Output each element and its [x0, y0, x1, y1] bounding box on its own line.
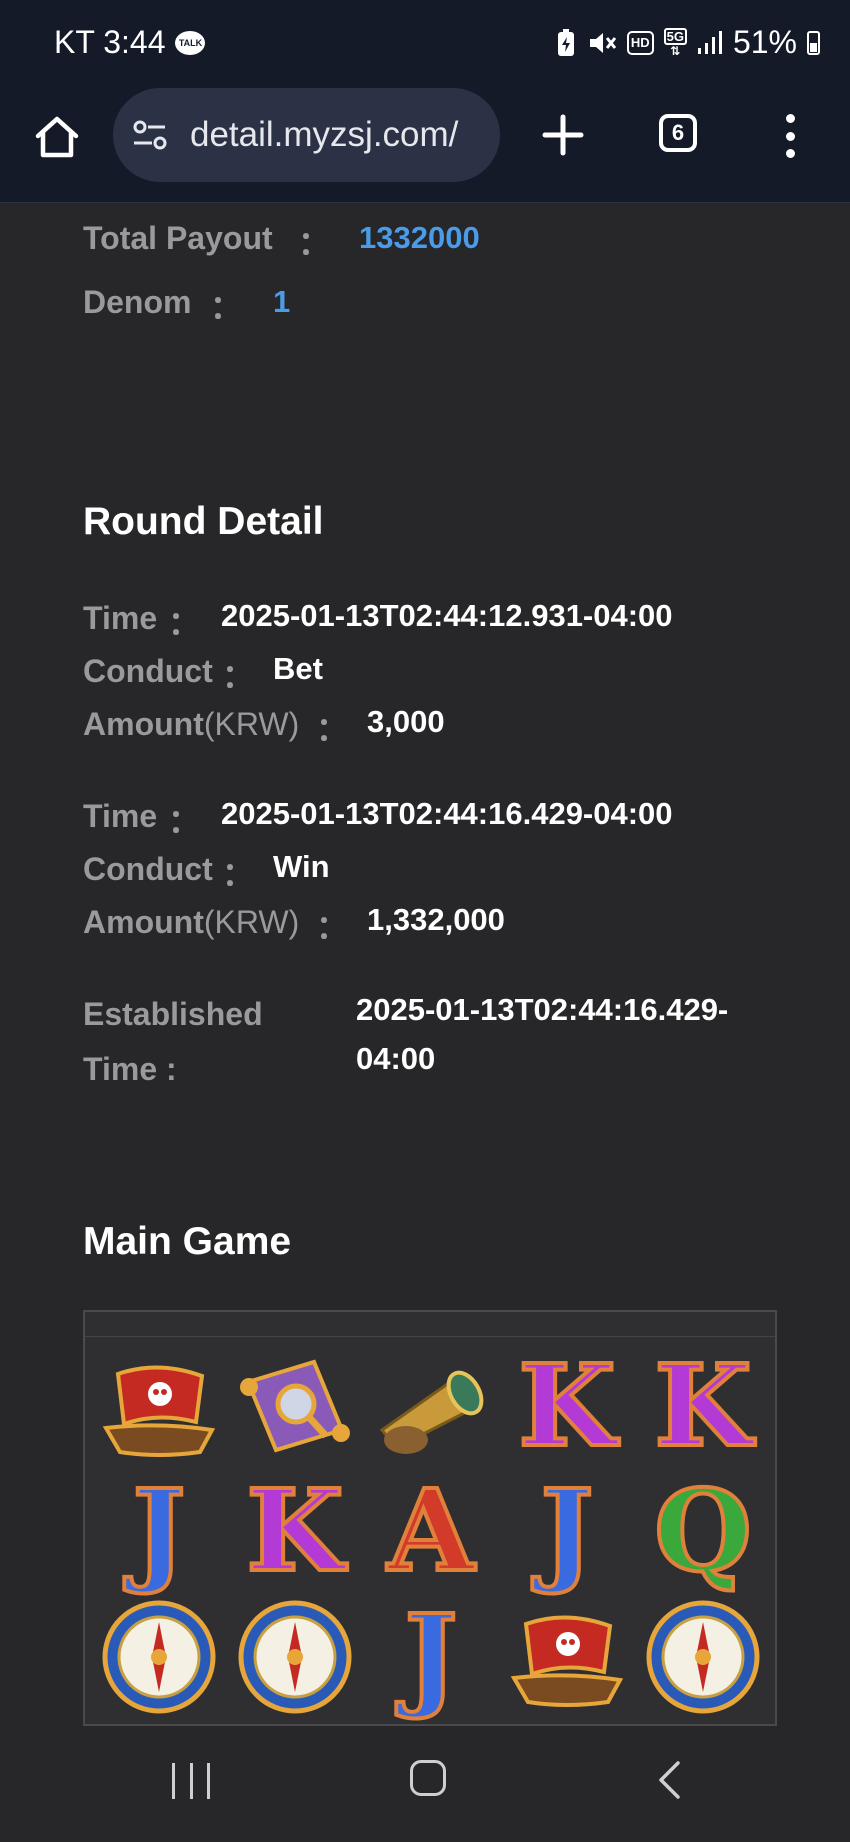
home-icon[interactable] [32, 112, 82, 162]
menu-icon[interactable] [782, 114, 798, 158]
battery-icon [807, 30, 820, 55]
amount-value: 3,000 [367, 704, 445, 739]
total-payout-label: Total Payout [83, 220, 273, 256]
url-text[interactable]: detail.myzsj.com/ [190, 115, 495, 155]
k-letter: K [652, 1340, 753, 1472]
compass-icon [238, 1600, 352, 1714]
conduct-label: Conduct [83, 851, 213, 887]
main-game-heading: Main Game [83, 1220, 292, 1263]
total-payout-separator: ： [298, 225, 331, 261]
k-symbol: K [635, 1344, 771, 1469]
status-left: KT 3:44 TALK [54, 24, 206, 61]
net-label: 5G [663, 28, 687, 45]
carrier-time: KT 3:44 [54, 24, 166, 60]
j-letter: J [403, 1591, 460, 1723]
treasure-map-icon [240, 1359, 350, 1453]
compass-icon [646, 1600, 760, 1714]
time-label: Time [83, 600, 158, 636]
amount-text: Amount [83, 904, 204, 940]
established-value-line2: 04:00 [356, 1041, 436, 1076]
conduct-value: Win [273, 849, 330, 884]
time-value: 2025-01-13T02:44:12.931-04:00 [221, 598, 673, 633]
q-letter: Q [652, 1465, 754, 1597]
q-symbol: Q [635, 1469, 771, 1594]
established-value-line1: 2025-01-13T02:44:16.429- [356, 992, 729, 1027]
amount-value: 1,332,000 [367, 902, 505, 937]
time-separator: ： [168, 803, 201, 839]
amount-text: Amount [83, 706, 204, 742]
k-symbol: K [227, 1469, 363, 1594]
kakaotalk-icon: TALK [175, 30, 206, 55]
back-icon[interactable] [654, 1760, 684, 1800]
reels-header-strip [85, 1312, 775, 1337]
total-payout-value: 1332000 [359, 220, 480, 255]
site-settings-icon[interactable] [131, 116, 169, 154]
new-tab-icon[interactable] [538, 110, 588, 160]
denom-label: Denom [83, 284, 192, 320]
conduct-separator: ： [222, 658, 255, 694]
denom-value: 1 [273, 284, 291, 319]
j-letter: J [131, 1465, 188, 1597]
battery-percent: 51% [732, 24, 797, 60]
established-label-line2: Time : [83, 1051, 177, 1087]
k-letter: K [244, 1465, 345, 1597]
amount-unit: (KRW) [203, 904, 300, 940]
pirate-ship-icon [102, 1365, 216, 1457]
conduct-separator: ： [222, 856, 255, 892]
status-right: HD 5G ⇅ 51% [555, 24, 820, 61]
tab-count: 6 [671, 120, 685, 145]
mute-icon [589, 32, 616, 53]
pirate-ship-symbol [499, 1595, 635, 1720]
spyglass-symbol [363, 1344, 499, 1469]
compass-symbol [91, 1595, 227, 1720]
slot-reels: K K J K A J Q J [83, 1310, 777, 1726]
compass-icon [102, 1600, 216, 1714]
compass-symbol [635, 1595, 771, 1720]
amount-separator: ： [316, 711, 349, 747]
browser-toolbar: detail.myzsj.com/ 6 [0, 88, 850, 203]
conduct-label: Conduct [83, 653, 213, 689]
time-separator: ： [168, 605, 201, 641]
amount-separator: ： [316, 909, 349, 945]
j-symbol: J [363, 1595, 499, 1720]
time-label: Time [83, 798, 158, 834]
k-letter: K [516, 1340, 617, 1472]
j-symbol: J [91, 1469, 227, 1594]
home-button-icon[interactable] [410, 1760, 446, 1796]
pirate-ship-symbol [91, 1344, 227, 1469]
denom-separator: ： [210, 289, 243, 325]
5g-icon: 5G ⇅ [663, 28, 687, 58]
signal-icon [697, 30, 722, 54]
compass-symbol [227, 1595, 363, 1720]
a-symbol: A [363, 1469, 499, 1594]
j-symbol: J [499, 1469, 635, 1594]
reel-symbols: K K J K A J Q J [91, 1344, 771, 1720]
a-letter: A [386, 1465, 477, 1597]
round-detail-heading: Round Detail [83, 500, 324, 543]
k-symbol: K [499, 1344, 635, 1469]
pirate-ship-icon [510, 1615, 624, 1708]
battery-saver-icon [557, 28, 574, 56]
hd-voice-icon: HD [626, 30, 654, 55]
recent-apps-icon[interactable] [172, 1763, 210, 1799]
system-nav-bar [0, 1726, 850, 1842]
tabs-icon[interactable]: 6 [659, 114, 697, 152]
amount-unit: (KRW) [203, 706, 300, 742]
arrows-glyph: ⇅ [670, 44, 681, 58]
j-letter: J [539, 1465, 596, 1597]
established-label-line1: Established [83, 996, 263, 1032]
amount-label: Amount(KRW) [83, 706, 299, 743]
conduct-value: Bet [273, 651, 323, 686]
time-value: 2025-01-13T02:44:16.429-04:00 [221, 796, 673, 831]
amount-label: Amount(KRW) [83, 904, 299, 941]
status-bar: KT 3:44 TALK HD 5G ⇅ 51% [0, 0, 850, 88]
spyglass-icon [379, 1370, 484, 1454]
treasure-map-symbol [227, 1344, 363, 1469]
url-bar[interactable]: detail.myzsj.com/ [113, 88, 500, 182]
